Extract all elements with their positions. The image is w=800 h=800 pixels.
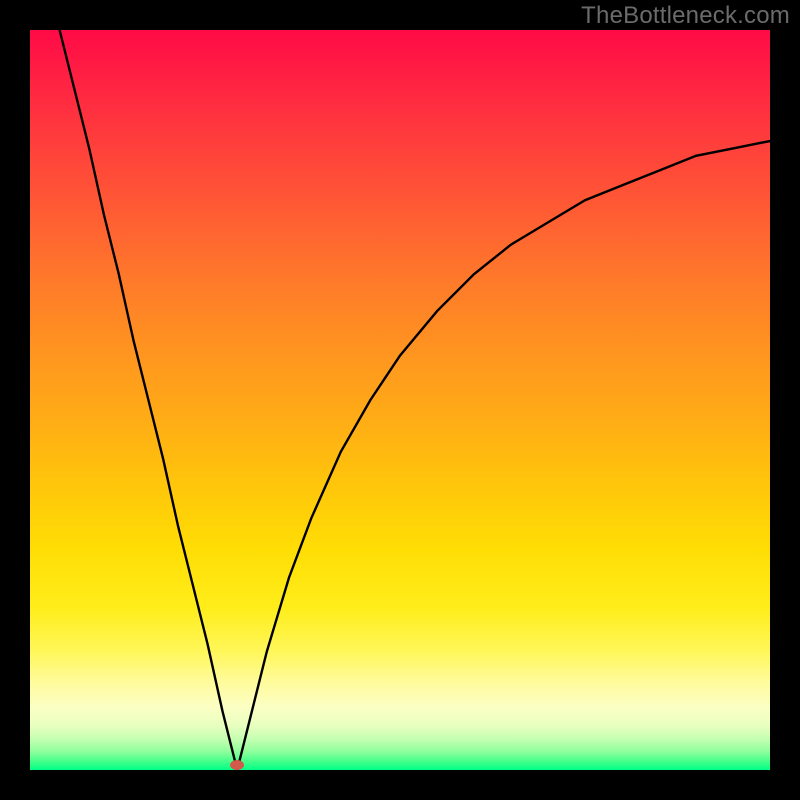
bottleneck-curve bbox=[60, 30, 770, 770]
curve-layer bbox=[30, 30, 770, 770]
chart-container: TheBottleneck.com bbox=[0, 0, 800, 800]
plot-area bbox=[30, 30, 770, 770]
watermark-text: TheBottleneck.com bbox=[581, 2, 790, 30]
optimal-point-marker bbox=[230, 760, 244, 770]
